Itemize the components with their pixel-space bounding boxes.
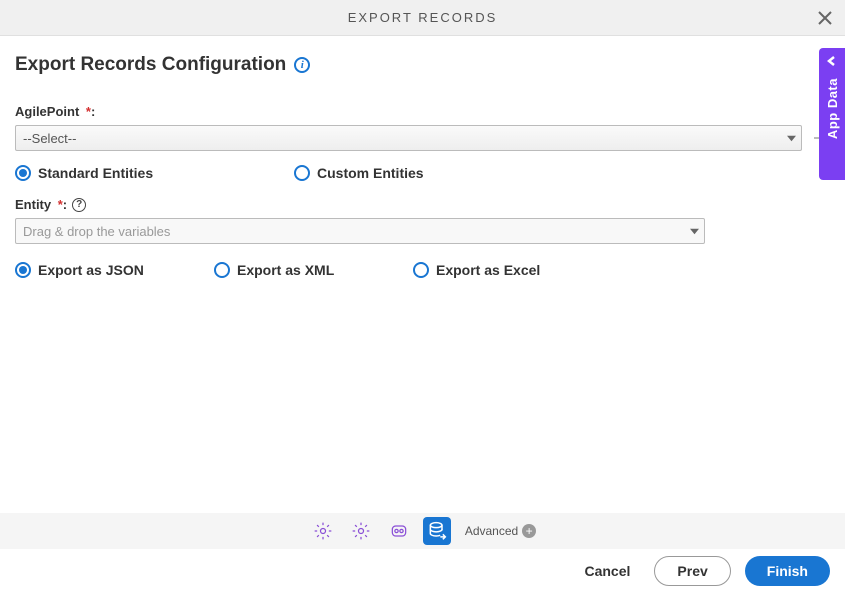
entity-input[interactable]: Drag & drop the variables xyxy=(15,218,705,244)
close-button[interactable] xyxy=(815,8,835,28)
entity-select-wrapper: Drag & drop the variables xyxy=(15,218,705,244)
agilepoint-field: AgilePoint *: --Select-- xyxy=(15,104,830,151)
entity-label-text: Entity xyxy=(15,197,51,212)
radio-icon xyxy=(214,262,230,278)
help-icon[interactable]: ? xyxy=(72,198,86,212)
radio-icon xyxy=(15,262,31,278)
dialog-footer: Cancel Prev Finish xyxy=(0,549,845,593)
agilepoint-label: AgilePoint *: xyxy=(15,104,830,119)
entity-field: Entity *: ? Drag & drop the variables xyxy=(15,197,830,244)
radio-standard-entities[interactable]: Standard Entities xyxy=(15,165,294,181)
plus-circle-icon: + xyxy=(522,524,536,538)
agilepoint-select[interactable]: --Select-- xyxy=(15,125,802,151)
toolbar-settings-3[interactable] xyxy=(385,517,413,545)
agilepoint-select-wrapper: --Select-- xyxy=(15,125,802,151)
agilepoint-select-row: --Select-- xyxy=(15,125,830,151)
gear-icon xyxy=(313,521,333,541)
radio-icon xyxy=(294,165,310,181)
radio-export-xml[interactable]: Export as XML xyxy=(214,262,413,278)
page-title: Export Records Configuration xyxy=(15,54,286,76)
bottom-toolbar: Advanced + xyxy=(0,513,845,549)
agilepoint-label-text: AgilePoint xyxy=(15,104,79,119)
required-indicator: * xyxy=(82,104,91,119)
toolbar-export-db[interactable] xyxy=(423,517,451,545)
cancel-button[interactable]: Cancel xyxy=(574,556,640,586)
radio-icon xyxy=(413,262,429,278)
radio-label: Export as JSON xyxy=(38,262,144,278)
app-data-side-tab[interactable]: App Data xyxy=(819,48,845,180)
process-icon xyxy=(389,521,409,541)
advanced-toggle[interactable]: Advanced + xyxy=(465,524,536,538)
gear-icon xyxy=(351,521,371,541)
radio-custom-entities[interactable]: Custom Entities xyxy=(294,165,424,181)
toolbar-settings-2[interactable] xyxy=(347,517,375,545)
entity-label: Entity *: ? xyxy=(15,197,830,212)
radio-label: Export as Excel xyxy=(436,262,540,278)
dialog-title: EXPORT RECORDS xyxy=(348,10,498,25)
radio-label: Standard Entities xyxy=(38,165,153,181)
radio-icon xyxy=(15,165,31,181)
radio-label: Custom Entities xyxy=(317,165,424,181)
radio-export-json[interactable]: Export as JSON xyxy=(15,262,214,278)
entity-type-radio-group: Standard Entities Custom Entities xyxy=(15,165,830,181)
toolbar-settings-1[interactable] xyxy=(309,517,337,545)
prev-button[interactable]: Prev xyxy=(654,556,730,586)
info-icon[interactable]: i xyxy=(294,57,310,73)
close-icon xyxy=(818,11,832,25)
chevron-left-icon xyxy=(827,56,837,66)
database-export-icon xyxy=(427,521,447,541)
side-tab-label: App Data xyxy=(825,78,840,139)
advanced-label-text: Advanced xyxy=(465,524,518,538)
dialog-header: EXPORT RECORDS xyxy=(0,0,845,36)
radio-label: Export as XML xyxy=(237,262,334,278)
page-title-row: Export Records Configuration i xyxy=(15,54,830,76)
export-format-radio-group: Export as JSON Export as XML Export as E… xyxy=(15,262,830,278)
content-area: Export Records Configuration i AgilePoin… xyxy=(0,36,845,278)
finish-button[interactable]: Finish xyxy=(745,556,830,586)
required-indicator: * xyxy=(54,197,63,212)
radio-export-excel[interactable]: Export as Excel xyxy=(413,262,612,278)
